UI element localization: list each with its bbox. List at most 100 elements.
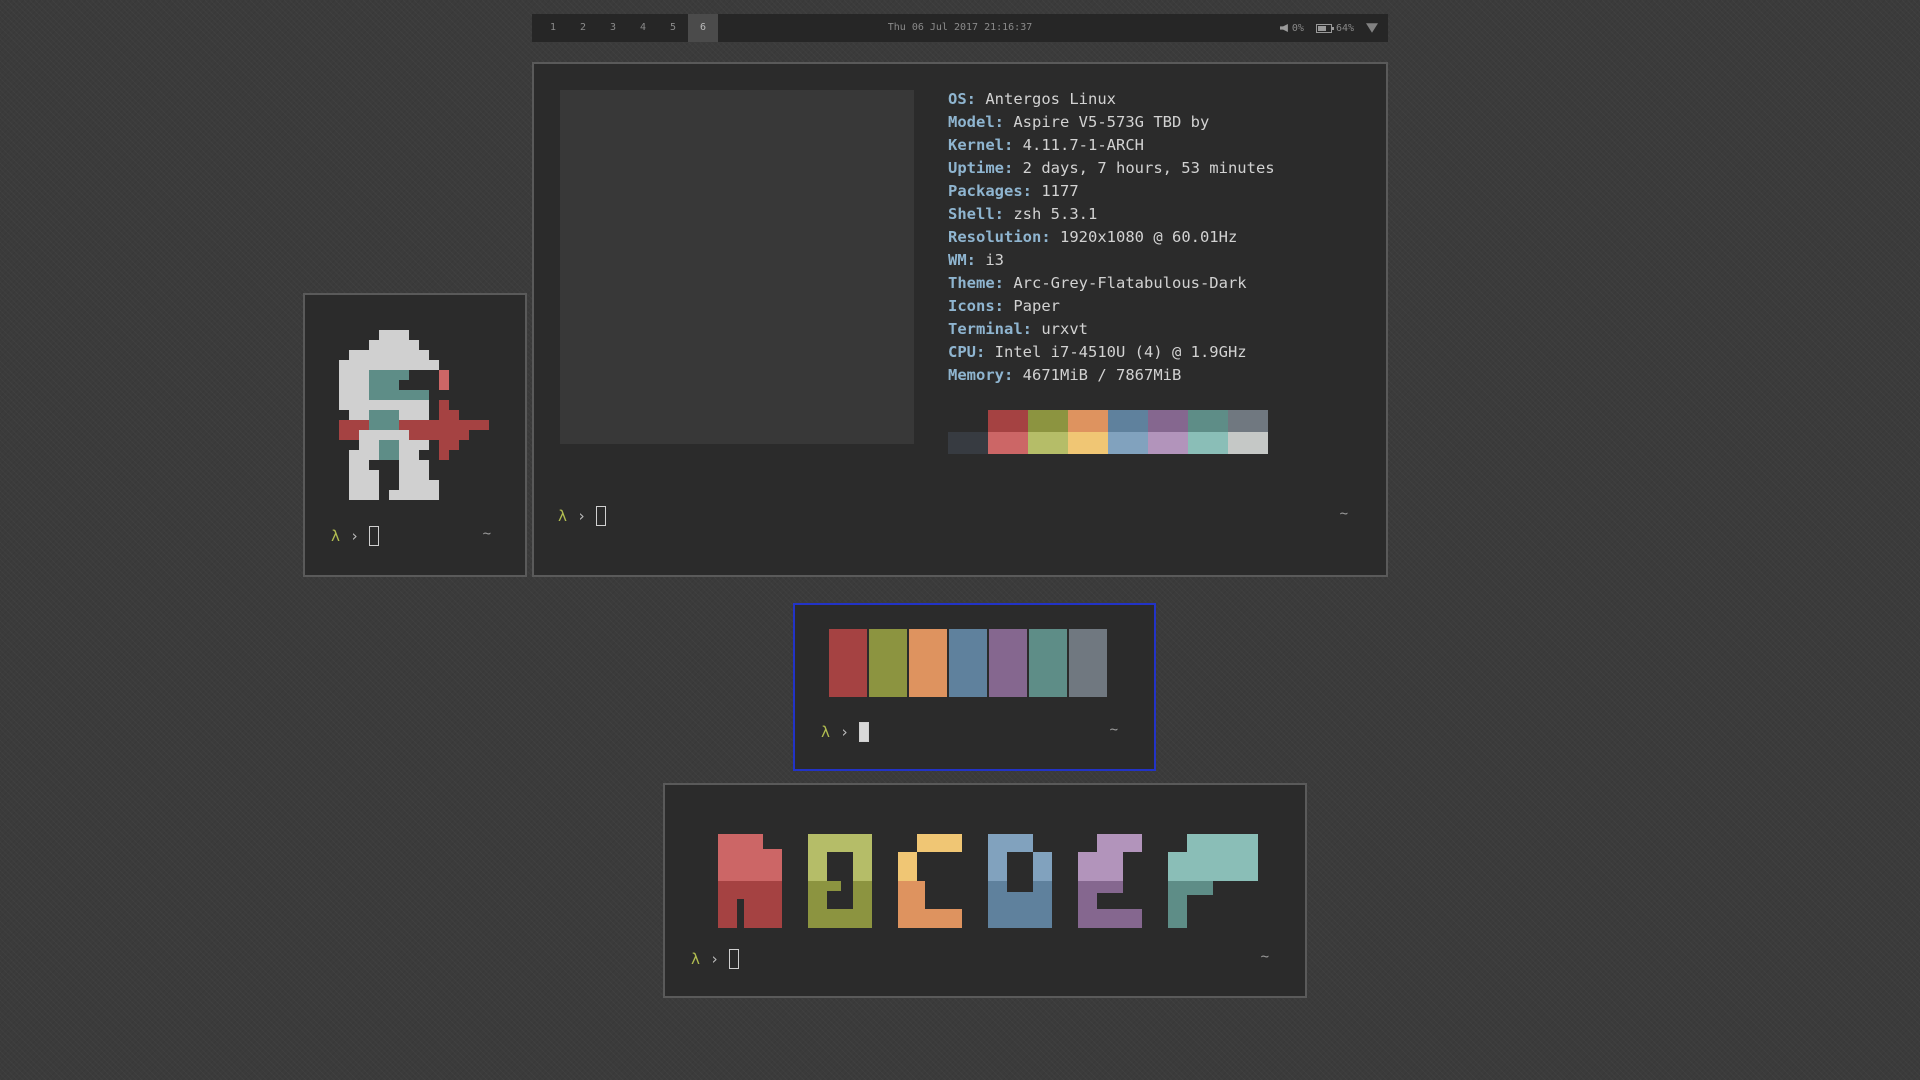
prompt: λ › — [558, 506, 607, 526]
workspace-5[interactable]: 5 — [658, 14, 688, 42]
info-key: Uptime — [948, 159, 1004, 177]
palette-swatch — [1108, 432, 1148, 454]
pixel-logo — [718, 834, 1258, 928]
workspace-3[interactable]: 3 — [598, 14, 628, 42]
info-line: Terminal: urxvt — [948, 320, 1088, 338]
info-line: CPU: Intel i7-4510U (4) @ 1.9GHz — [948, 343, 1247, 361]
text-cursor[interactable] — [859, 722, 870, 742]
color-swatches — [829, 629, 1109, 697]
prompt-arrow: › — [577, 507, 587, 525]
info-line: Kernel: 4.11.7-1-ARCH — [948, 136, 1144, 154]
prompt-lambda: λ — [821, 723, 831, 741]
info-key: WM — [948, 251, 967, 269]
sprite-terminal[interactable]: λ › ~ — [303, 293, 527, 577]
palette-swatch — [1228, 410, 1268, 432]
info-value: 4671MiB / 7867MiB — [1022, 366, 1182, 384]
network-indicator[interactable] — [1366, 22, 1378, 34]
info-value: Arc-Grey-Flatabulous-Dark — [1013, 274, 1247, 292]
info-line: Packages: 1177 — [948, 182, 1079, 200]
color-swatch — [1069, 629, 1107, 697]
palette-swatch — [1188, 410, 1228, 432]
info-line: OS: Antergos Linux — [948, 90, 1116, 108]
color-swatch — [949, 629, 987, 697]
wifi-icon — [1366, 23, 1378, 33]
prompt-arrow: › — [710, 950, 720, 968]
palette-swatch — [948, 410, 988, 432]
cwd-indicator: ~ — [1260, 949, 1269, 965]
speaker-icon — [1279, 24, 1288, 32]
info-value: 1920x1080 @ 60.01Hz — [1060, 228, 1238, 246]
info-key: Model — [948, 113, 995, 131]
neofetch-image-area — [560, 90, 914, 444]
info-key: Kernel — [948, 136, 1004, 154]
prompt-lambda: λ — [558, 507, 568, 525]
info-value: Aspire V5-573G TBD by — [1013, 113, 1210, 131]
info-line: Theme: Arc-Grey-Flatabulous-Dark — [948, 274, 1247, 292]
battery-icon — [1315, 23, 1334, 33]
info-line: Icons: Paper — [948, 297, 1061, 315]
palette-swatch — [988, 410, 1028, 432]
prompt-arrow: › — [840, 723, 850, 741]
info-line: Memory: 4671MiB / 7867MiB — [948, 366, 1182, 384]
info-value: 1177 — [1041, 182, 1079, 200]
palette-swatch — [1188, 432, 1228, 454]
knight-sprite — [339, 330, 489, 500]
color-swatch — [989, 629, 1027, 697]
swatch-terminal[interactable]: λ › ~ — [793, 603, 1156, 771]
palette-swatch — [1228, 432, 1268, 454]
info-line: Model: Aspire V5-573G TBD by — [948, 113, 1210, 131]
system-tray: 0% 64% — [1279, 14, 1378, 42]
info-key: Shell — [948, 205, 995, 223]
workspace-1[interactable]: 1 — [538, 14, 568, 42]
volume-indicator[interactable]: 0% — [1279, 22, 1304, 34]
palette-normal-row — [948, 410, 1268, 432]
battery-indicator[interactable]: 64% — [1315, 22, 1354, 34]
info-key: Terminal — [948, 320, 1023, 338]
prompt: λ › — [331, 526, 380, 546]
palette-swatch — [1028, 432, 1068, 454]
info-key: Packages — [948, 182, 1023, 200]
palette-swatch — [1148, 410, 1188, 432]
text-cursor[interactable] — [729, 949, 740, 969]
info-key: Theme — [948, 274, 995, 292]
info-key: OS — [948, 90, 967, 108]
workspace-2[interactable]: 2 — [568, 14, 598, 42]
info-value: Paper — [1013, 297, 1061, 315]
palette-swatch — [988, 432, 1028, 454]
palette-bright-row — [948, 432, 1268, 454]
volume-value: 0% — [1291, 22, 1304, 34]
neofetch-terminal[interactable]: OS: Antergos Linux Model: Aspire V5-573G … — [532, 62, 1388, 577]
pixel-art-terminal[interactable]: λ › ~ — [663, 783, 1307, 998]
info-value: zsh 5.3.1 — [1013, 205, 1098, 223]
info-line: Uptime: 2 days, 7 hours, 53 minutes — [948, 159, 1275, 177]
battery-value: 64% — [1335, 22, 1354, 34]
info-value: i3 — [985, 251, 1005, 269]
workspace-6[interactable]: 6 — [688, 14, 718, 42]
cwd-indicator: ~ — [1339, 506, 1348, 522]
info-value: 4.11.7-1-ARCH — [1022, 136, 1144, 154]
cwd-indicator: ~ — [482, 526, 491, 542]
system-info: OS: Antergos Linux Model: Aspire V5-573G … — [948, 88, 1275, 387]
workspace-4[interactable]: 4 — [628, 14, 658, 42]
info-value: urxvt — [1041, 320, 1088, 338]
prompt-lambda: λ — [691, 950, 701, 968]
info-key: Icons — [948, 297, 995, 315]
palette-swatch — [948, 432, 988, 454]
workspace-list: 1 2 3 4 5 6 — [538, 14, 718, 42]
info-value: 2 days, 7 hours, 53 minutes — [1022, 159, 1275, 177]
prompt: λ › — [691, 949, 740, 969]
palette-swatch — [1148, 432, 1188, 454]
prompt-arrow: › — [350, 527, 360, 545]
text-cursor[interactable] — [369, 526, 380, 546]
cwd-indicator: ~ — [1109, 722, 1118, 738]
palette-swatch — [1068, 410, 1108, 432]
palette-swatch — [1108, 410, 1148, 432]
color-swatch — [909, 629, 947, 697]
palette-swatch — [1028, 410, 1068, 432]
prompt: λ › — [821, 722, 870, 742]
color-swatch — [869, 629, 907, 697]
color-swatch — [829, 629, 867, 697]
text-cursor[interactable] — [596, 506, 607, 526]
info-value: Antergos Linux — [985, 90, 1116, 108]
info-value: Intel i7-4510U (4) @ 1.9GHz — [994, 343, 1247, 361]
